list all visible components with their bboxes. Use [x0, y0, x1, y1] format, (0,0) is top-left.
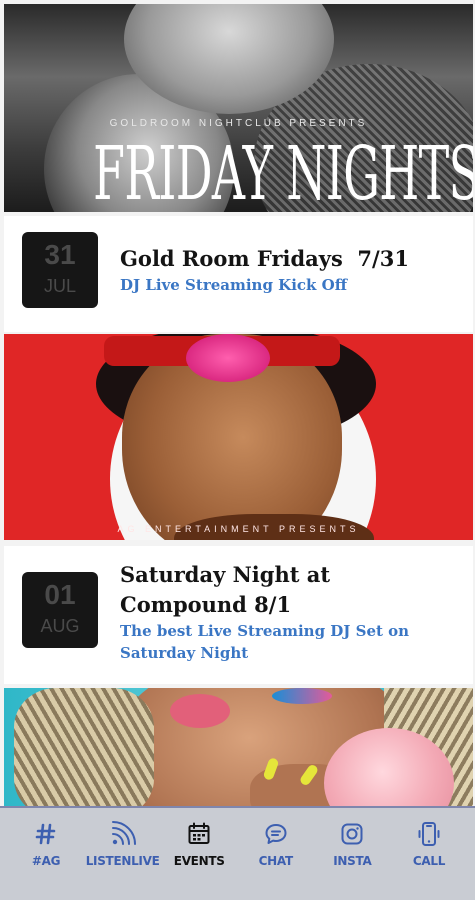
broadcast-icon [110, 820, 136, 848]
ag-entertainment-banner-image[interactable]: AG ENTERTAINMENT PRESENTS [4, 334, 473, 540]
tab-ag[interactable]: #AG [10, 808, 82, 900]
tab-chat[interactable]: CHAT [240, 808, 312, 900]
calendar-icon [187, 820, 211, 848]
event-date-month: JUL [43, 276, 76, 296]
banner-kicker-text: GOLDROOM NIGHTCLUB PRESENTS [109, 118, 368, 129]
event-date-badge: 31 JUL [22, 232, 98, 308]
event-date-month: AUG [40, 616, 80, 636]
event-date-day: 01 [44, 579, 76, 610]
tab-label: INSTA [333, 854, 372, 868]
tab-label: CHAT [258, 854, 294, 868]
phone-icon [417, 820, 441, 848]
event-subtitle: The best Live Streaming DJ Set on Saturd… [120, 622, 410, 662]
banner-kicker-text: AG ENTERTAINMENT PRESENTS [117, 524, 360, 534]
friday-nights-banner-image[interactable]: GOLDROOM NIGHTCLUB PRESENTS FRIDAY NIGHT… [4, 4, 473, 212]
event-title: Gold Room Fridays 7/31 [120, 246, 409, 271]
event-date-day: 31 [44, 239, 76, 270]
tab-listenlive[interactable]: LISTENLIVE [85, 808, 160, 900]
bottom-tab-bar: #AG LISTENLIVE EVENTS CHAT INSTA CALL [0, 806, 475, 900]
headphones-event-banner-image[interactable] [4, 688, 473, 808]
tab-insta[interactable]: INSTA [316, 808, 388, 900]
tab-label: CALL [412, 854, 446, 868]
event-card-saturday-night-compound[interactable]: 01 AUG Saturday Night at Compound 8/1 Th… [4, 546, 473, 684]
banner-photo-shape [186, 334, 270, 382]
tab-label: EVENTS [173, 854, 225, 868]
event-subtitle: DJ Live Streaming Kick Off [120, 276, 348, 294]
banner-photo-shape [272, 688, 332, 704]
banner-photo-shape [14, 688, 154, 808]
tab-events[interactable]: EVENTS [163, 808, 235, 900]
tab-label: LISTENLIVE [85, 854, 160, 868]
banner-title-text: FRIDAY NIGHTS [93, 131, 473, 212]
tab-label: #AG [31, 854, 61, 868]
chat-bubble-icon [264, 820, 288, 848]
events-feed[interactable]: GOLDROOM NIGHTCLUB PRESENTS FRIDAY NIGHT… [0, 0, 475, 808]
event-date-badge: 01 AUG [22, 572, 98, 648]
event-card-gold-room-fridays[interactable]: 31 JUL Gold Room Fridays 7/31 DJ Live St… [4, 216, 473, 332]
instagram-icon [340, 820, 364, 848]
hashtag-icon [35, 820, 57, 848]
event-title: Saturday Night at Compound 8/1 [120, 562, 331, 617]
tab-call[interactable]: CALL [393, 808, 465, 900]
banner-photo-shape [170, 694, 230, 728]
